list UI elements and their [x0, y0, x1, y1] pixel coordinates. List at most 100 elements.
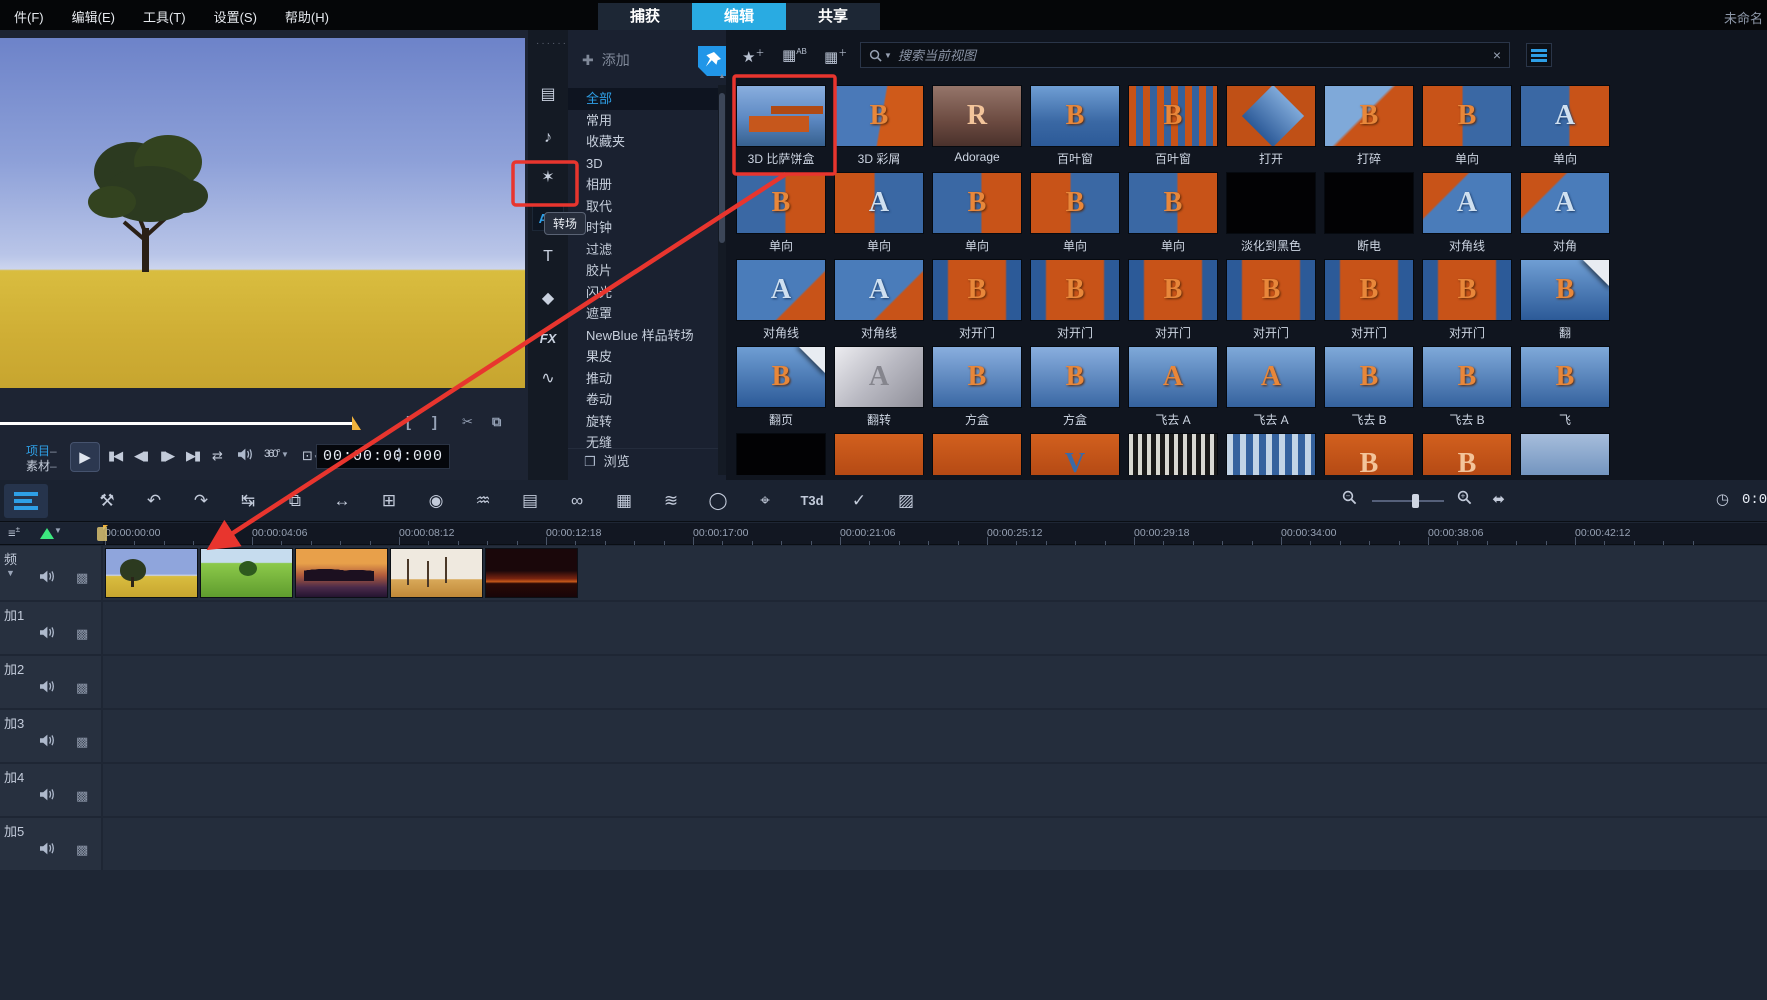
motion-path-icon[interactable]: ∿	[532, 366, 564, 392]
timeline-clip-2[interactable]	[200, 548, 293, 598]
track-header-频[interactable]: 频▼▩	[0, 546, 101, 600]
search-filter-caret[interactable]: ▼	[884, 51, 892, 60]
transition-item-单向[interactable]: B单向	[1030, 172, 1120, 256]
transition-item-百叶窗[interactable]: B百叶窗	[1128, 85, 1218, 169]
fit-timeline-icon[interactable]: ⬌	[1492, 490, 1505, 508]
transition-item-单向[interactable]: B单向	[1422, 85, 1512, 169]
3d-title-icon[interactable]: T3d	[795, 488, 829, 514]
track-caret-icon[interactable]: ▼	[6, 568, 15, 578]
split-clip-icon[interactable]: ↔	[325, 488, 359, 514]
transition-item-翻[interactable]: B翻	[1520, 259, 1610, 343]
transition-item-对开门[interactable]: B对开门	[1226, 259, 1316, 343]
mode-tab-共享[interactable]: 共享	[786, 3, 880, 30]
transition-item-方盒[interactable]: B方盒	[1030, 346, 1120, 430]
zoom-slider-handle[interactable]	[1412, 494, 1419, 508]
transition-item[interactable]	[1520, 433, 1610, 475]
category-item-遮罩[interactable]: 遮罩	[568, 303, 726, 325]
track-overlay-icon[interactable]: ▩	[76, 788, 88, 804]
transition-item-对角线[interactable]: A对角线	[736, 259, 826, 343]
category-item-果皮[interactable]: 果皮	[568, 346, 726, 368]
transition-item-3D 彩屑[interactable]: B3D 彩屑	[834, 85, 924, 169]
gallery-scrollbar[interactable]: ▲	[718, 85, 726, 475]
category-item-常用[interactable]: 常用	[568, 110, 726, 132]
transition-item-3D 比萨饼盒[interactable]: 3D 比萨饼盒	[736, 85, 826, 169]
track-header-加2[interactable]: 加2▩	[0, 656, 101, 708]
transition-item-翻转[interactable]: A翻转	[834, 346, 924, 430]
menu-item-1[interactable]: 编辑(E)	[58, 0, 129, 26]
track-mute-button[interactable]	[40, 842, 55, 860]
scrubber-marker[interactable]	[352, 416, 361, 430]
track-header-加3[interactable]: 加3▩	[0, 710, 101, 762]
track-mute-button[interactable]	[40, 788, 55, 806]
clip-mode-label[interactable]: 素材	[26, 459, 50, 473]
panel-layout-button[interactable]	[1526, 43, 1552, 67]
track-overlay-icon[interactable]: ▩	[76, 842, 88, 858]
track-mute-button[interactable]	[40, 570, 55, 588]
repeat-button[interactable]: ⇄	[212, 448, 221, 464]
scroll-up-icon[interactable]: ▲	[718, 73, 726, 83]
track-lane-加2[interactable]	[103, 656, 1767, 708]
browse-button[interactable]: ❒浏览	[568, 448, 726, 476]
menu-item-0[interactable]: 件(F)	[0, 0, 58, 26]
category-item-3D[interactable]: 3D	[568, 153, 726, 175]
transition-item-单向[interactable]: A单向	[834, 172, 924, 256]
track-header-加5[interactable]: 加5▩	[0, 818, 101, 870]
mode-tab-捕获[interactable]: 捕获	[598, 3, 692, 30]
timeline-clip-1[interactable]	[105, 548, 198, 598]
transition-item-单向[interactable]: B单向	[932, 172, 1022, 256]
category-item-全部[interactable]: 全部	[568, 88, 726, 110]
transition-item-打开[interactable]: 打开	[1226, 85, 1316, 169]
tools-icon[interactable]: ⚒	[90, 488, 124, 514]
menu-item-3[interactable]: 设置(S)	[200, 0, 271, 26]
category-item-卷动[interactable]: 卷动	[568, 389, 726, 411]
transition-item-对开门[interactable]: B对开门	[1030, 259, 1120, 343]
redo-icon[interactable]: ↷	[184, 488, 218, 514]
filter-icon[interactable]: FX	[532, 326, 564, 352]
split-clip-icon[interactable]: ✂	[462, 414, 473, 430]
transition-item[interactable]	[1226, 433, 1316, 475]
transition-item-对开门[interactable]: B对开门	[1422, 259, 1512, 343]
graphics-icon[interactable]: ◆	[532, 286, 564, 312]
transition-item[interactable]	[1128, 433, 1218, 475]
search-input[interactable]	[898, 48, 1487, 63]
track-mute-button[interactable]	[40, 626, 55, 644]
transition-item-单向[interactable]: A单向	[1520, 85, 1610, 169]
mask-creator-icon[interactable]: ≋	[654, 488, 688, 514]
auto-music-icon[interactable]: ▤	[513, 488, 547, 514]
transition-item-断电[interactable]: 断电	[1324, 172, 1414, 256]
play-button[interactable]: ▶	[70, 442, 100, 472]
track-lane-频[interactable]	[103, 546, 1767, 600]
category-item-闪光[interactable]: 闪光	[568, 282, 726, 304]
transition-item-淡化到黑色[interactable]: 淡化到黑色	[1226, 172, 1316, 256]
transition-item[interactable]: B	[1422, 433, 1512, 475]
track-manager-icon[interactable]: ≡±	[8, 525, 20, 540]
360-view-button[interactable]: 360° ▼	[264, 448, 289, 460]
category-item-时钟[interactable]: 时钟	[568, 217, 726, 239]
transition-item-飞去 A[interactable]: A飞去 A	[1226, 346, 1316, 430]
project-mode-label[interactable]: 项目	[26, 444, 50, 458]
category-item-过滤[interactable]: 过滤	[568, 239, 726, 261]
track-overlay-icon[interactable]: ▩	[76, 626, 88, 642]
timecode-spinner[interactable]: ▲▼	[395, 445, 403, 465]
transition-item-对角线[interactable]: A对角线	[1422, 172, 1512, 256]
timeline-clip-5[interactable]	[485, 548, 578, 598]
apply-random-effects-icon[interactable]: ▦＋	[824, 46, 847, 66]
menu-item-4[interactable]: 帮助(H)	[271, 0, 343, 26]
category-item-旋转[interactable]: 旋转	[568, 411, 726, 433]
mark-out-button[interactable]: ]	[432, 414, 437, 431]
undo-icon[interactable]: ↶	[137, 488, 171, 514]
transition-item[interactable]	[932, 433, 1022, 475]
project-duration-clock-icon[interactable]: ◷	[1716, 490, 1729, 508]
category-item-NewBlue 样品转场[interactable]: NewBlue 样品转场	[568, 325, 726, 347]
track-lane-加1[interactable]	[103, 602, 1767, 654]
category-item-取代[interactable]: 取代	[568, 196, 726, 218]
add-to-favorites-icon[interactable]: ★＋	[742, 46, 764, 66]
next-frame-button[interactable]: ▮▶	[160, 448, 173, 464]
mark-in-button[interactable]: [	[406, 414, 411, 431]
pin-button[interactable]	[698, 46, 726, 76]
multi-trim-icon[interactable]: ↹	[231, 488, 265, 514]
go-end-button[interactable]: ▶▮	[186, 448, 199, 464]
timeline-clip-4[interactable]	[390, 548, 483, 598]
mode-tab-编辑[interactable]: 编辑	[692, 3, 786, 30]
prev-frame-button[interactable]: ◀▮	[134, 448, 147, 464]
